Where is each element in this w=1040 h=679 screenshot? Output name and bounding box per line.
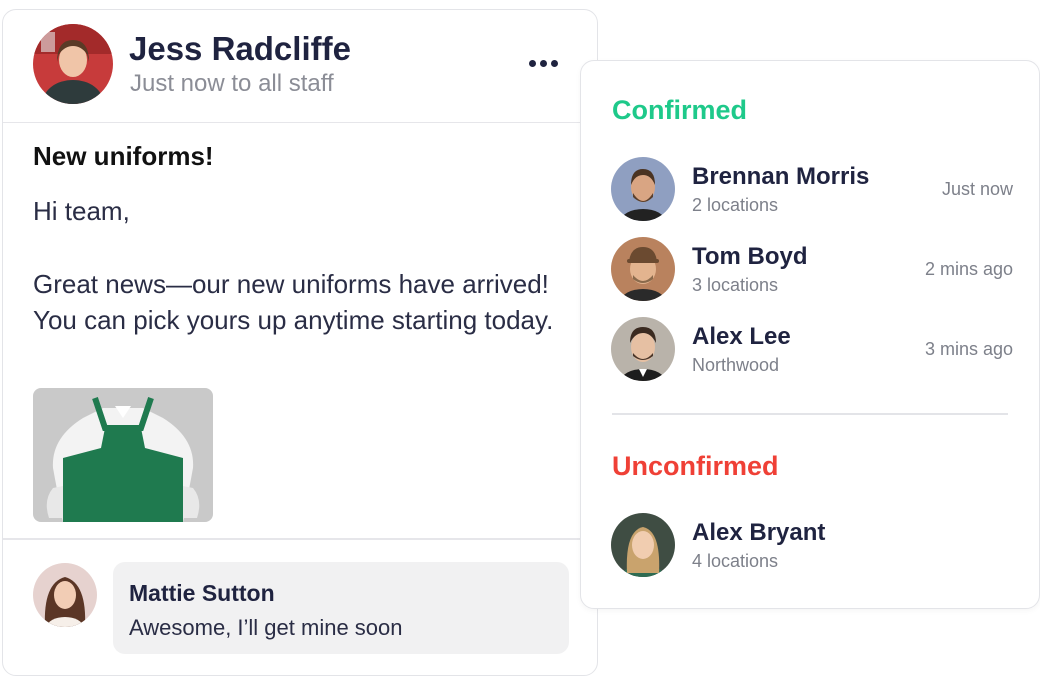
confirmed-person[interactable]: Alex Lee Northwood 3 mins ago bbox=[611, 317, 1013, 383]
post-body: Great news—our new uniforms have arrived… bbox=[33, 269, 554, 335]
person-name: Alex Bryant bbox=[692, 519, 826, 546]
ellipsis-icon bbox=[528, 59, 536, 67]
post-greeting: Hi team, bbox=[33, 196, 130, 226]
person-locations: 2 locations bbox=[692, 195, 779, 215]
person-avatar bbox=[611, 237, 675, 301]
person-avatar bbox=[611, 157, 675, 221]
confirmed-heading: Confirmed bbox=[612, 95, 747, 125]
confirmed-person[interactable]: Brennan Morris 2 locations Just now bbox=[611, 157, 1013, 223]
commenter-avatar[interactable] bbox=[33, 563, 97, 627]
post-header: Jess Radcliffe Just now to all staff bbox=[3, 10, 597, 123]
comment-divider bbox=[3, 538, 597, 540]
confirmed-person[interactable]: Tom Boyd 3 locations 2 mins ago bbox=[611, 237, 1013, 303]
person-locations: 4 locations bbox=[692, 551, 779, 571]
comment-text: Awesome, I’ll get mine soon bbox=[129, 615, 403, 640]
person-name: Tom Boyd bbox=[692, 243, 808, 270]
unconfirmed-person[interactable]: Alex Bryant 4 locations bbox=[611, 513, 1011, 579]
comment-bubble: Mattie Sutton Awesome, I’ll get mine soo… bbox=[113, 562, 569, 654]
more-options-button[interactable] bbox=[523, 48, 563, 78]
post-meta: Just now to all staff bbox=[130, 70, 334, 97]
comment-author[interactable]: Mattie Sutton bbox=[129, 580, 275, 607]
person-avatar bbox=[611, 317, 675, 381]
person-locations: 3 locations bbox=[692, 275, 779, 295]
announcement-post-card: Jess Radcliffe Just now to all staff New… bbox=[2, 9, 598, 676]
person-avatar bbox=[611, 513, 675, 577]
confirmed-time: Just now bbox=[941, 179, 1013, 199]
person-location: Northwood bbox=[692, 355, 780, 375]
confirmed-time: 2 mins ago bbox=[924, 259, 1013, 279]
read-receipts-panel: Confirmed Brennan Morris 2 locations Jus… bbox=[580, 60, 1040, 609]
post-title: New uniforms! bbox=[33, 141, 214, 171]
section-divider bbox=[612, 413, 1008, 415]
person-name: Brennan Morris bbox=[692, 163, 870, 190]
uniform-photo[interactable] bbox=[33, 388, 213, 522]
unconfirmed-heading: Unconfirmed bbox=[612, 451, 779, 481]
author-avatar[interactable] bbox=[33, 24, 113, 104]
confirmed-time: 3 mins ago bbox=[924, 339, 1013, 359]
person-name: Alex Lee bbox=[692, 323, 791, 350]
author-name[interactable]: Jess Radcliffe bbox=[129, 30, 351, 68]
